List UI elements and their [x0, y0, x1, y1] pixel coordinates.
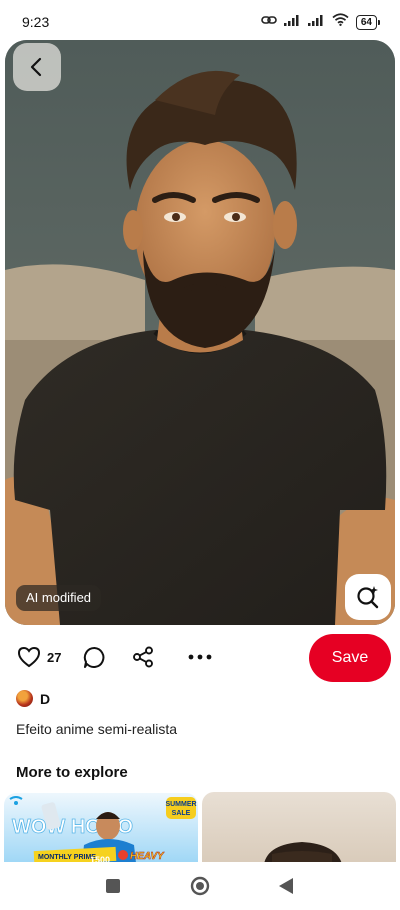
pin-image[interactable]: AI modified — [5, 40, 395, 625]
share-icon — [133, 646, 153, 668]
more-options-button[interactable] — [188, 654, 212, 660]
more-to-explore-title: More to explore — [16, 764, 128, 781]
comment-button[interactable] — [83, 646, 106, 669]
visual-search-button[interactable] — [345, 574, 391, 620]
svg-text:SALE: SALE — [172, 810, 191, 817]
lens-search-icon — [357, 586, 379, 609]
back-nav-button[interactable] — [279, 878, 293, 899]
author-name: D — [40, 690, 51, 707]
chevron-left-icon — [30, 57, 42, 77]
status-bar: 9:23 64 — [0, 0, 400, 40]
share-button[interactable] — [132, 646, 154, 668]
svg-text:SUMMER: SUMMER — [165, 801, 196, 808]
home-button[interactable] — [190, 876, 210, 901]
triangle-back-icon — [279, 878, 293, 894]
pin-action-bar: 27 Save — [0, 632, 400, 684]
more-dots-icon — [188, 654, 212, 660]
wifi-icon — [332, 13, 349, 31]
pin-description: Efeito anime semi-realista — [16, 721, 178, 737]
like-count: 27 — [47, 649, 62, 665]
signal-icon — [307, 13, 325, 31]
status-icons: 64 — [261, 13, 380, 31]
battery-level: 64 — [355, 14, 377, 30]
author-row[interactable]: D — [16, 690, 50, 707]
explore-image-portrait — [264, 842, 342, 864]
signal-icon — [283, 13, 301, 31]
link-icon — [261, 13, 277, 31]
like-button[interactable]: 27 — [17, 646, 61, 668]
avatar — [16, 690, 33, 707]
square-icon — [106, 879, 120, 893]
status-time: 9:23 — [22, 14, 50, 30]
illustration-bearded-man — [5, 40, 395, 625]
ai-modified-badge: AI modified — [16, 585, 102, 611]
heart-icon — [17, 646, 41, 668]
save-button[interactable]: Save — [309, 634, 391, 682]
summer-sale-badge: SUMMER SALE — [165, 797, 197, 819]
svg-text:MONTHLY PRIME: MONTHLY PRIME — [38, 854, 96, 861]
comment-icon — [83, 646, 105, 668]
explore-card[interactable]: WOW HOMO SUMMER SALE MONTHLY PRIME 1500 … — [4, 793, 198, 863]
back-button[interactable] — [13, 43, 61, 91]
promo-banner-image: WOW HOMO SUMMER SALE MONTHLY PRIME 1500 … — [9, 796, 197, 863]
circle-icon — [190, 876, 210, 896]
svg-text:HEAVY: HEAVY — [130, 851, 165, 862]
battery-icon: 64 — [355, 14, 380, 30]
system-nav-bar — [0, 862, 400, 910]
recent-apps-button[interactable] — [106, 879, 120, 898]
explore-card[interactable] — [202, 792, 396, 864]
